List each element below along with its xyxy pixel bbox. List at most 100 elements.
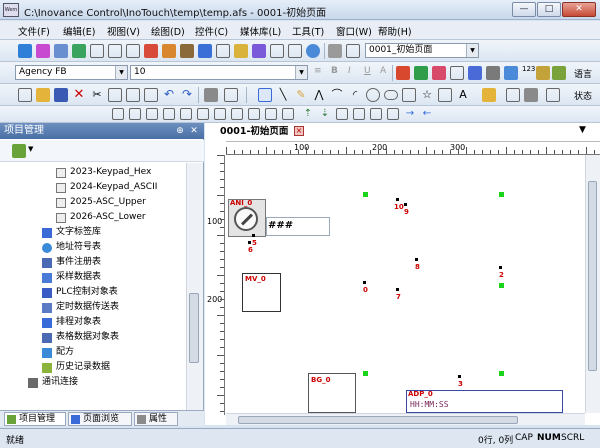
tree-scrollbar[interactable] xyxy=(186,163,203,411)
same-height-icon[interactable] xyxy=(231,108,243,120)
simulate-icon[interactable] xyxy=(552,66,566,80)
polyline-icon[interactable]: ⋀ xyxy=(312,88,326,102)
document-menu-icon[interactable]: ▼ xyxy=(579,125,586,135)
rectangle-icon[interactable] xyxy=(402,88,416,102)
bar-graph-icon[interactable] xyxy=(216,44,230,58)
select-arrow-icon[interactable] xyxy=(258,88,272,102)
table-tool-icon[interactable] xyxy=(270,44,284,58)
image-library-icon[interactable] xyxy=(482,88,496,102)
pointer-tool-icon[interactable] xyxy=(18,44,32,58)
circle-tool-icon[interactable] xyxy=(306,44,320,58)
line-tool-icon[interactable]: ╲ xyxy=(276,88,290,102)
bring-front-icon[interactable]: ⇡ xyxy=(302,108,314,120)
menu-media-library[interactable]: 媒体库(L) xyxy=(240,24,281,38)
pen-icon[interactable] xyxy=(252,44,266,58)
grid-icon[interactable] xyxy=(224,88,238,102)
ellipse-icon[interactable] xyxy=(384,90,398,100)
print-icon[interactable] xyxy=(204,88,218,102)
selection-handle[interactable] xyxy=(499,371,504,376)
number-format-icon[interactable]: 123 xyxy=(522,65,535,73)
meter-icon[interactable] xyxy=(198,44,212,58)
menu-controls[interactable]: 控件(C) xyxy=(195,24,228,38)
page-icon[interactable] xyxy=(346,44,360,58)
picture-icon[interactable] xyxy=(234,44,248,58)
panel-close-icon[interactable]: ✕ xyxy=(188,125,200,137)
transfer-icon[interactable] xyxy=(468,66,482,80)
top-most-icon[interactable] xyxy=(370,108,382,120)
anchor-mark[interactable] xyxy=(396,288,399,291)
star-icon[interactable]: ☆ xyxy=(420,88,434,102)
new-file-icon[interactable] xyxy=(18,88,32,102)
gear-icon[interactable] xyxy=(486,66,500,80)
align-icon[interactable]: ≡ xyxy=(314,66,322,76)
anchor-mark[interactable] xyxy=(363,281,366,284)
property-icon[interactable] xyxy=(546,88,560,102)
menu-help[interactable]: 帮助(H) xyxy=(378,24,412,38)
language-label[interactable]: 语言 xyxy=(574,67,592,80)
chevron-down-icon[interactable]: ▼ xyxy=(295,66,307,79)
anchor-mark[interactable] xyxy=(404,203,407,206)
h-spacing-icon[interactable] xyxy=(265,108,277,120)
chevron-down-icon[interactable]: ▼ xyxy=(115,66,127,79)
minimize-button[interactable]: — xyxy=(512,2,536,17)
move-right-icon[interactable]: → xyxy=(404,108,416,120)
document-close-icon[interactable]: × xyxy=(294,126,304,136)
tree-scroll-thumb[interactable] xyxy=(189,293,199,363)
open-folder-icon[interactable] xyxy=(36,88,50,102)
copy-icon[interactable] xyxy=(108,88,122,102)
menu-tools[interactable]: 工具(T) xyxy=(292,24,324,38)
tab-project-management[interactable]: 项目管理 xyxy=(4,412,66,426)
selection-handle[interactable] xyxy=(363,192,368,197)
scale-icon[interactable] xyxy=(524,88,538,102)
ani-object[interactable]: ANI_0 xyxy=(228,199,266,237)
alarm-icon[interactable] xyxy=(180,44,194,58)
table-draw-icon[interactable] xyxy=(506,88,520,102)
trend-chart-icon[interactable] xyxy=(162,44,176,58)
chevron-down-icon[interactable]: ▼ xyxy=(466,44,478,57)
font-size-select[interactable]: 10 ▼ xyxy=(130,65,308,80)
location-pin-icon[interactable] xyxy=(328,44,342,58)
color-picker-icon[interactable] xyxy=(432,66,446,80)
delete-icon[interactable]: ✕ xyxy=(72,88,86,102)
circle-shape-icon[interactable] xyxy=(366,88,380,102)
pencil-icon[interactable]: ✎ xyxy=(294,88,308,102)
bg-object[interactable]: BG_0 xyxy=(308,373,356,413)
v-spacing-icon[interactable] xyxy=(282,108,294,120)
menu-window[interactable]: 窗口(W) xyxy=(336,24,372,38)
redo-icon[interactable]: ↷ xyxy=(180,88,194,102)
group-icon[interactable] xyxy=(336,108,348,120)
round-rect-icon[interactable] xyxy=(438,88,452,102)
adp-object[interactable]: ADP_0 HH:MM:SS xyxy=(406,390,563,413)
same-width-icon[interactable] xyxy=(214,108,226,120)
canvas-h-scrollbar[interactable] xyxy=(226,413,585,425)
italic-button[interactable]: I xyxy=(348,66,351,76)
compile-icon[interactable] xyxy=(536,66,550,80)
word-button-icon[interactable] xyxy=(90,44,104,58)
menu-draw[interactable]: 绘图(D) xyxy=(151,24,185,38)
curve-icon[interactable]: ⌒ xyxy=(330,88,344,102)
brush-icon[interactable] xyxy=(414,66,428,80)
save-icon[interactable] xyxy=(54,88,68,102)
align-bottom-icon[interactable] xyxy=(197,108,209,120)
pin-icon[interactable]: ⊕ xyxy=(174,125,186,137)
underline-button[interactable]: U xyxy=(364,66,371,76)
project-view-icon[interactable] xyxy=(12,144,26,158)
align-right-icon[interactable] xyxy=(146,108,158,120)
lock-icon[interactable] xyxy=(396,66,410,80)
tab-page-browse[interactable]: 页面浏览 xyxy=(68,412,132,426)
anchor-mark[interactable] xyxy=(248,241,251,244)
function-key-icon[interactable] xyxy=(108,44,122,58)
close-button[interactable]: ✕ xyxy=(562,2,596,17)
arc-icon[interactable]: ◜ xyxy=(348,88,362,102)
align-top-icon[interactable] xyxy=(163,108,175,120)
menu-view[interactable]: 视图(V) xyxy=(107,24,140,38)
switch-icon[interactable] xyxy=(54,44,68,58)
canvas-h-scroll-thumb[interactable] xyxy=(238,416,518,424)
anchor-mark[interactable] xyxy=(252,234,255,237)
undo-icon[interactable]: ↶ xyxy=(162,88,176,102)
canvas-v-scroll-thumb[interactable] xyxy=(588,181,597,371)
selection-handle[interactable] xyxy=(363,371,368,376)
maximize-button[interactable]: □ xyxy=(537,2,561,17)
page-select[interactable]: 0001_初始页面 ▼ xyxy=(365,43,479,58)
document-tab[interactable]: 0001-初始页面 xyxy=(220,125,288,139)
